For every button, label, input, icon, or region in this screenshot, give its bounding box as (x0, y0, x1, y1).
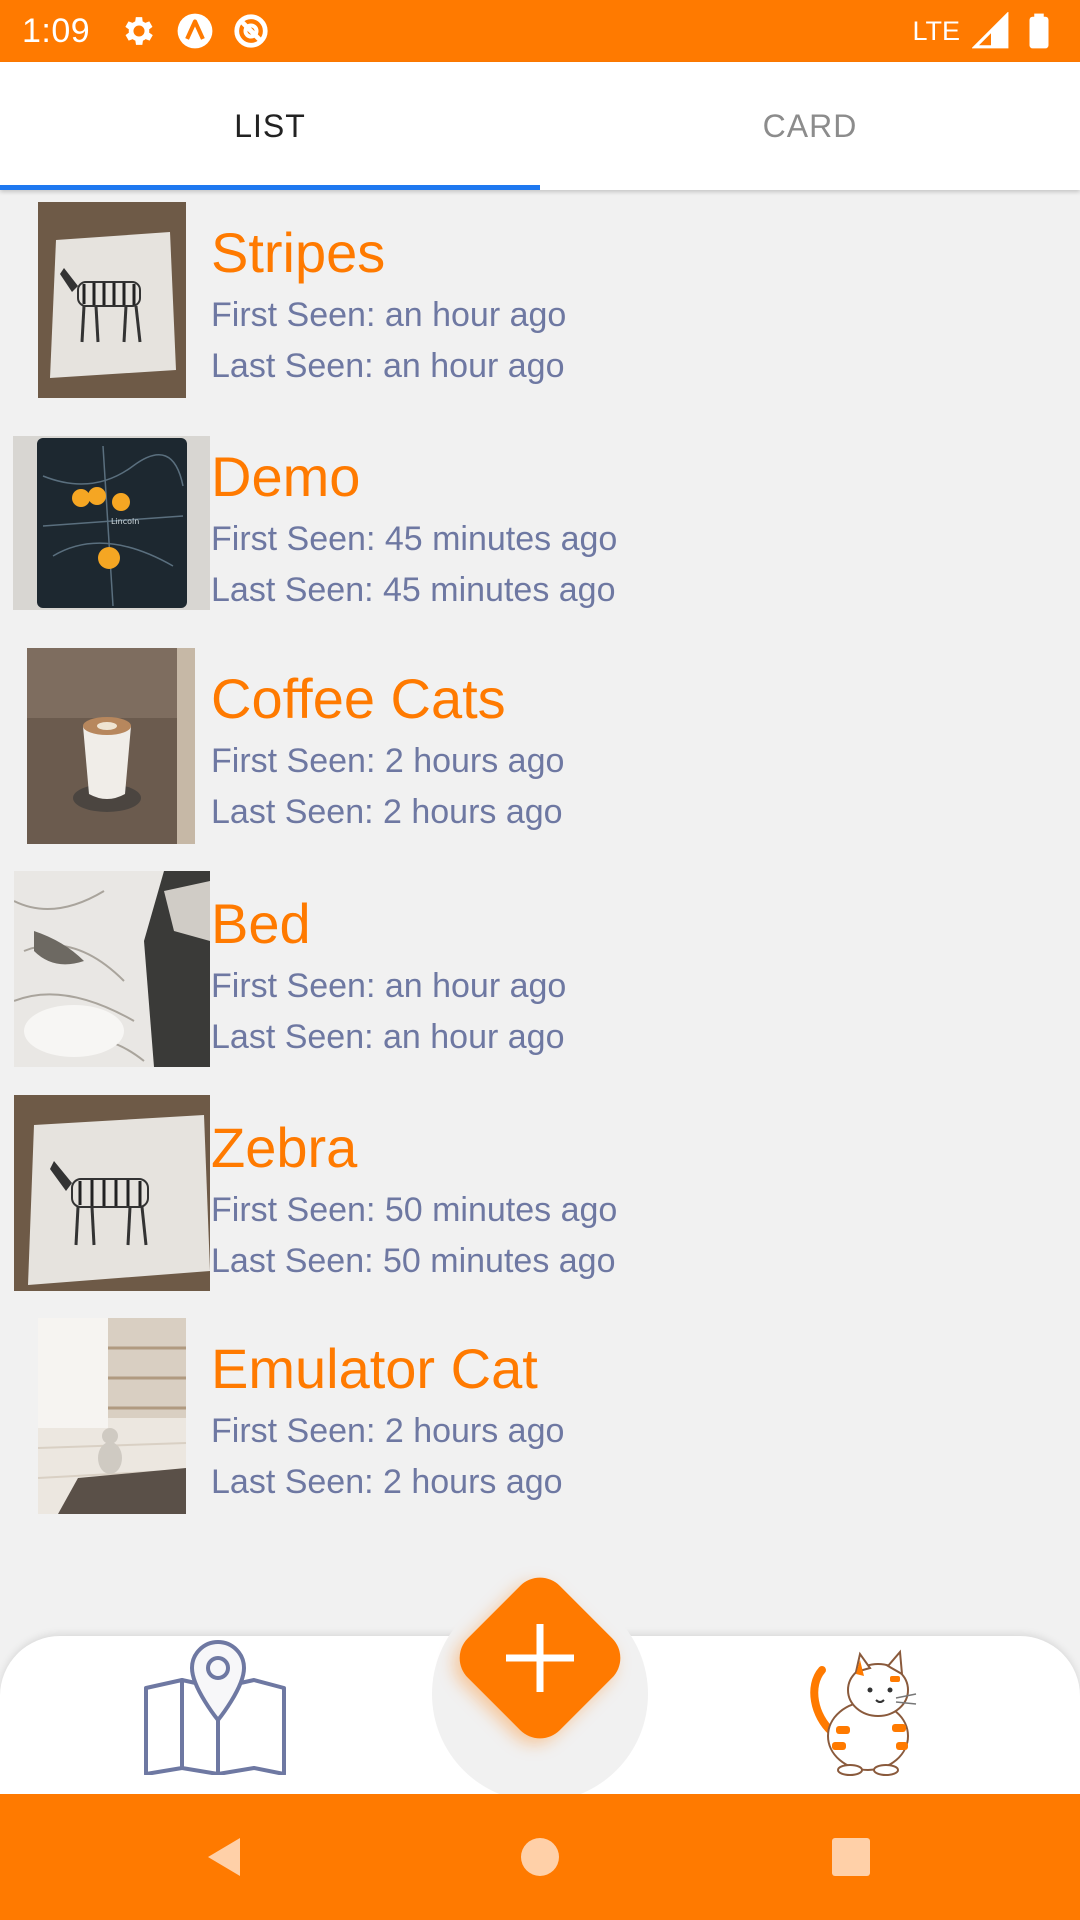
tab-card[interactable]: CARD (540, 62, 1080, 190)
home-icon[interactable] (517, 1834, 563, 1880)
thumbnail-bed (14, 871, 210, 1067)
tab-card-label: CARD (762, 107, 858, 144)
item-first-seen: First Seen: 2 hours ago (211, 742, 565, 780)
item-title: Coffee Cats (211, 667, 506, 730)
thumbnail-room-cat (38, 1318, 186, 1514)
tab-indicator (0, 185, 540, 190)
item-last-seen: Last Seen: 50 minutes ago (211, 1242, 616, 1280)
item-last-seen: Last Seen: 45 minutes ago (211, 571, 616, 609)
map-icon (144, 1640, 286, 1776)
plus-icon (506, 1624, 574, 1692)
item-title: Emulator Cat (211, 1337, 538, 1400)
item-first-seen: First Seen: an hour ago (211, 296, 567, 334)
item-title: Bed (211, 892, 311, 955)
tab-list-label: LIST (234, 107, 306, 144)
item-first-seen: First Seen: 2 hours ago (211, 1412, 565, 1450)
item-last-seen: Last Seen: an hour ago (211, 347, 565, 385)
tab-bar: LIST CARD (0, 62, 1080, 190)
item-first-seen: First Seen: 50 minutes ago (211, 1191, 618, 1229)
signal-icon (972, 12, 1009, 49)
item-first-seen: First Seen: an hour ago (211, 967, 567, 1005)
item-title: Stripes (211, 221, 386, 284)
thumbnail-coffee-cup (27, 648, 195, 844)
a-letter-icon (177, 13, 213, 49)
recents-icon[interactable] (828, 1834, 874, 1880)
thumbnail-map-phone: Lincoln (13, 436, 210, 610)
back-icon[interactable] (202, 1834, 248, 1880)
status-time: 1:09 (22, 11, 91, 50)
no-sync-icon (234, 14, 268, 48)
item-last-seen: Last Seen: 2 hours ago (211, 793, 563, 831)
tab-list[interactable]: LIST (0, 62, 540, 190)
cat-mascot-icon (810, 1649, 917, 1776)
status-bar: 1:09 LTE (0, 0, 1080, 62)
settings-icon (125, 17, 153, 45)
svg-text:Lincoln: Lincoln (111, 517, 139, 526)
thumbnail-zebra-art (38, 202, 186, 398)
list-item-demo[interactable]: Lincoln Demo First Seen: 45 minutes ago … (0, 436, 1080, 641)
cat-mascot-button[interactable] (800, 1646, 930, 1776)
list-item-emulator-cat[interactable]: Emulator Cat First Seen: 2 hours ago Las… (0, 1318, 1080, 1523)
system-nav-bar (0, 1794, 1080, 1920)
list-item-bed[interactable]: Bed First Seen: an hour ago Last Seen: a… (0, 871, 1080, 1076)
list-item-coffee-cats[interactable]: Coffee Cats First Seen: 2 hours ago Last… (0, 648, 1080, 853)
battery-icon (1029, 13, 1049, 49)
item-title: Zebra (211, 1116, 358, 1179)
item-first-seen: First Seen: 45 minutes ago (211, 520, 618, 558)
network-type: LTE (912, 15, 960, 46)
map-button[interactable] (140, 1640, 290, 1776)
item-last-seen: Last Seen: an hour ago (211, 1018, 565, 1056)
item-title: Demo (211, 445, 361, 508)
thumbnail-zebra-art (14, 1095, 210, 1291)
list-item-stripes[interactable]: Stripes First Seen: an hour ago Last See… (0, 202, 1080, 407)
item-last-seen: Last Seen: 2 hours ago (211, 1463, 563, 1501)
list-item-zebra[interactable]: Zebra First Seen: 50 minutes ago Last Se… (0, 1095, 1080, 1300)
add-button[interactable] (448, 1566, 632, 1750)
